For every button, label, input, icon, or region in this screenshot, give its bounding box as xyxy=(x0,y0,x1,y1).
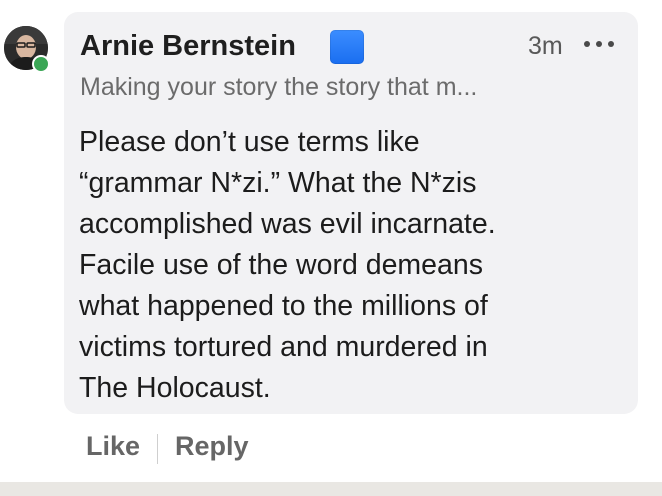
author-name[interactable]: Arnie Bernstein xyxy=(80,30,296,63)
comment-timestamp: 3m xyxy=(528,32,563,60)
comment-line: accomplished was evil incarnate. xyxy=(79,208,496,240)
bottom-bar xyxy=(0,482,662,496)
comment-line: “grammar N*zi.” What the N*zis xyxy=(79,167,477,199)
reply-button[interactable]: Reply xyxy=(175,431,249,462)
comment-line: what happened to the millions of xyxy=(79,290,488,322)
comment-body: Please don’t use terms like “grammar N*z… xyxy=(79,122,619,409)
author-headline: Making your story the story that m... xyxy=(80,73,478,101)
comment-line: victims tortured and murdered in xyxy=(79,331,488,363)
comment-line: Please don’t use terms like xyxy=(79,126,420,158)
blue-square-icon xyxy=(330,30,364,64)
action-divider xyxy=(157,434,158,464)
dot-icon xyxy=(608,41,614,47)
online-status-icon xyxy=(32,55,50,73)
dot-icon xyxy=(584,41,590,47)
like-button[interactable]: Like xyxy=(86,431,140,462)
more-options-button[interactable] xyxy=(584,34,614,54)
comment-line: The Holocaust. xyxy=(79,372,271,404)
comment-line: Facile use of the word demeans xyxy=(79,249,483,281)
dot-icon xyxy=(596,41,602,47)
